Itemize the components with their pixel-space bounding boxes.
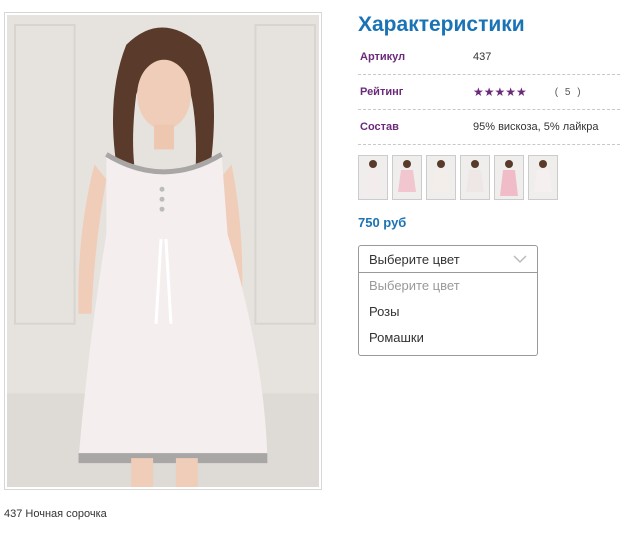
chevron-down-icon bbox=[513, 255, 527, 264]
spec-row-article: Артикул 437 bbox=[358, 40, 620, 75]
spec-key-rating: Рейтинг bbox=[360, 86, 404, 98]
thumbnail-6[interactable] bbox=[528, 155, 558, 200]
product-details: Характеристики Артикул 437 Рейтинг ★★★★★… bbox=[358, 12, 620, 356]
thumbnail-5[interactable] bbox=[494, 155, 524, 200]
product-photo[interactable] bbox=[7, 15, 319, 487]
color-option-placeholder[interactable]: Выберите цвет bbox=[359, 273, 537, 299]
color-option-daisies[interactable]: Ромашки bbox=[359, 325, 537, 351]
color-select-value: Выберите цвет bbox=[369, 251, 460, 267]
thumbnail-strip bbox=[358, 155, 620, 200]
spec-row-rating: Рейтинг ★★★★★ ( 5 ) bbox=[358, 75, 620, 110]
spec-value-article: 437 bbox=[473, 51, 492, 63]
details-title: Характеристики bbox=[358, 13, 525, 36]
color-select[interactable]: Выберите цвет Выберите цвет Розы Ромашки bbox=[358, 245, 538, 356]
thumbnail-3[interactable] bbox=[426, 155, 456, 200]
thumbnail-4[interactable] bbox=[460, 155, 490, 200]
color-option-roses[interactable]: Розы bbox=[359, 299, 537, 325]
color-select-box[interactable]: Выберите цвет bbox=[358, 245, 538, 273]
rating-count: ( 5 ) bbox=[554, 86, 583, 98]
rating-stars-icon[interactable]: ★★★★★ bbox=[473, 85, 527, 99]
price: 750 руб bbox=[358, 215, 407, 230]
spec-row-composition: Состав 95% вискоза, 5% лайкра bbox=[358, 110, 620, 145]
product-image-frame bbox=[4, 12, 322, 490]
product-photo-illustration bbox=[7, 15, 319, 487]
product-caption: 437 Ночная сорочка bbox=[4, 508, 107, 520]
thumbnail-1[interactable] bbox=[358, 155, 388, 200]
spec-key-composition: Состав bbox=[360, 121, 399, 133]
spec-key-article: Артикул bbox=[360, 51, 406, 63]
spec-value-composition: 95% вискоза, 5% лайкра bbox=[473, 121, 599, 133]
thumbnail-2[interactable] bbox=[392, 155, 422, 200]
color-dropdown-list: Выберите цвет Розы Ромашки bbox=[358, 273, 538, 356]
spec-table: Артикул 437 Рейтинг ★★★★★ ( 5 ) Состав 9… bbox=[358, 40, 620, 145]
